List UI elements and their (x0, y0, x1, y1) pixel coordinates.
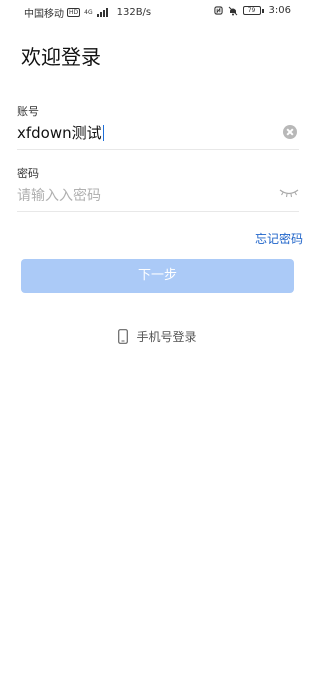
password-input[interactable]: 请输入入密码 (17, 185, 101, 205)
text-caret (102, 124, 104, 141)
clear-icon[interactable] (283, 125, 297, 139)
account-input[interactable]: xfdown测试 (17, 122, 104, 143)
mute-icon (228, 6, 237, 15)
carrier-name: 中国移动 (24, 9, 64, 20)
battery-level: 79 (242, 6, 261, 15)
account-label: 账号 (17, 105, 39, 118)
status-left: 中国移动 HD 4G 132B/s (24, 5, 151, 20)
signal-icon (96, 8, 108, 17)
account-value: xfdown测试 (17, 124, 102, 142)
clock: 3:06 (268, 5, 291, 16)
nfc-icon (213, 6, 223, 15)
password-field[interactable]: 请输入入密码 (17, 184, 299, 212)
phone-login-link[interactable]: 手机号登录 (0, 328, 315, 345)
status-right: 79 3:06 (213, 5, 291, 16)
phone-icon (118, 329, 129, 344)
net-speed: 132B/s (116, 7, 152, 18)
next-button[interactable]: 下一步 (21, 259, 294, 293)
account-field[interactable]: xfdown测试 (17, 122, 299, 150)
eye-closed-icon[interactable] (279, 187, 299, 199)
phone-login-label: 手机号登录 (136, 330, 197, 344)
page-title: 欢迎登录 (21, 45, 101, 69)
status-bar: 中国移动 HD 4G 132B/s 79 3:06 (0, 0, 315, 22)
network-type: 4G (84, 9, 93, 16)
password-label: 密码 (17, 167, 39, 180)
hd-badge: HD (67, 8, 81, 17)
forgot-password-link[interactable]: 忘记密码 (255, 230, 303, 247)
battery-icon: 79 (242, 6, 264, 15)
